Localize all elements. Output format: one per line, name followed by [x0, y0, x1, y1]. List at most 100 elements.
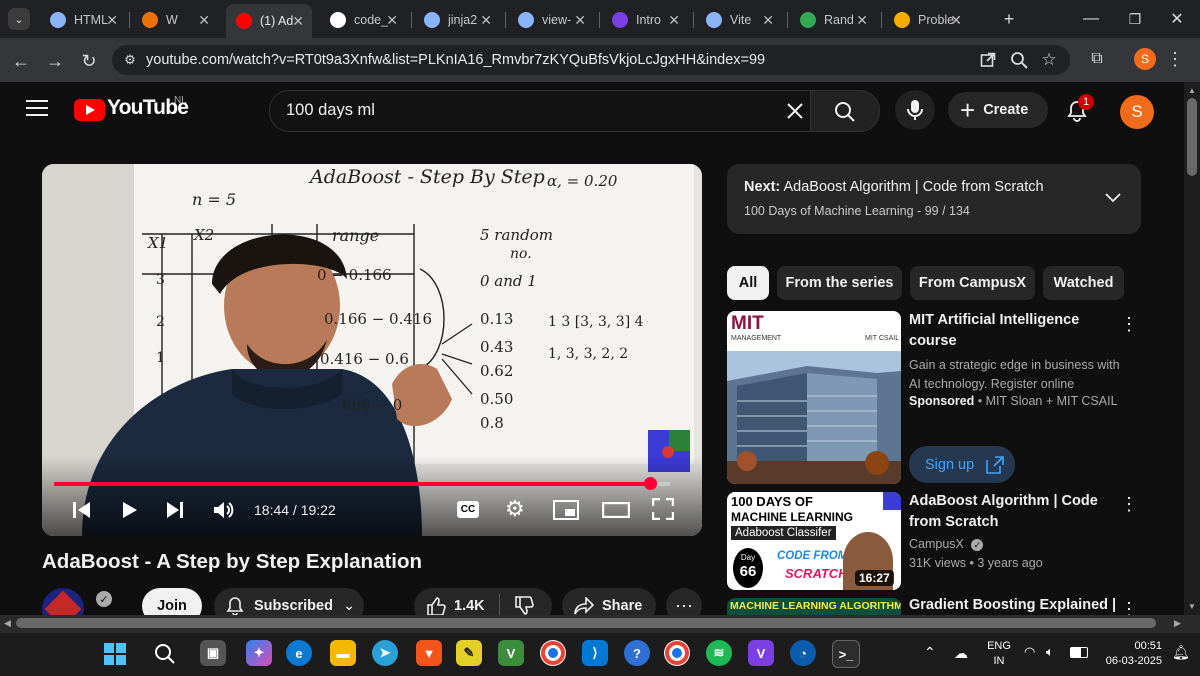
- rec-thumbnail-2[interactable]: MACHINE LEARNING ALGORITHMS: [727, 598, 901, 615]
- close-tab-icon[interactable]: ✕: [292, 13, 304, 30]
- rec2-title[interactable]: Gradient Boosting Explained |: [909, 597, 1119, 613]
- progress-scrubber[interactable]: [643, 477, 657, 490]
- browser-tab[interactable]: Rand ✕: [790, 6, 876, 34]
- progress-bar[interactable]: [54, 482, 670, 486]
- browser-tab[interactable]: Proble ✕: [884, 6, 970, 34]
- forward-icon[interactable]: →: [44, 50, 66, 72]
- site-info-icon[interactable]: ⚙: [120, 50, 140, 70]
- horizontal-scrollbar[interactable]: ◀ ▶: [0, 615, 1200, 632]
- tab-search-icon[interactable]: ⌄: [8, 8, 30, 30]
- reload-icon[interactable]: ↻: [78, 50, 100, 72]
- browser-tab[interactable]: W ✕: [132, 6, 218, 34]
- chrome-profile-icon[interactable]: [664, 640, 690, 666]
- battery-icon[interactable]: [1070, 647, 1088, 658]
- app-icon[interactable]: ◔: [790, 640, 816, 666]
- scroll-up-icon[interactable]: ▲: [1188, 86, 1196, 95]
- youtube-logo-icon[interactable]: [74, 99, 105, 121]
- rec1-more-icon[interactable]: ⋮: [1120, 494, 1138, 515]
- windows-start-icon[interactable]: [104, 643, 126, 665]
- brave-icon[interactable]: ▼: [416, 640, 442, 666]
- ad-title[interactable]: MIT Artificial Intelligence course: [909, 310, 1119, 352]
- rec1-title[interactable]: AdaBoost Algorithm | Code from Scratch: [909, 491, 1119, 533]
- hamburger-menu-icon[interactable]: [26, 100, 48, 116]
- account-avatar[interactable]: S: [1120, 95, 1154, 129]
- terminal-icon[interactable]: >_: [832, 640, 860, 668]
- vim-icon[interactable]: V: [498, 640, 524, 666]
- settings-gear-icon[interactable]: ⚙: [505, 498, 525, 520]
- close-tab-icon[interactable]: ✕: [950, 12, 962, 29]
- join-button[interactable]: Join: [142, 588, 202, 615]
- search-input-value[interactable]: 100 days ml: [286, 101, 375, 120]
- notification-center-icon[interactable]: 🔔︎: [1172, 644, 1190, 661]
- vscode-icon[interactable]: ⟩: [582, 640, 608, 666]
- browser-tab[interactable]: code_ ✕: [320, 6, 406, 34]
- clock[interactable]: 00:51 06-03-2025: [1102, 639, 1162, 669]
- browser-tab[interactable]: (1) Ad ✕: [226, 4, 312, 38]
- restore-icon[interactable]: ❐: [1124, 8, 1146, 30]
- scroll-right-icon[interactable]: ▶: [1174, 618, 1181, 629]
- taskbar-search-icon[interactable]: [154, 643, 176, 665]
- scrollbar-thumb[interactable]: [1187, 98, 1197, 176]
- fullscreen-icon[interactable]: [652, 498, 674, 520]
- address-bar[interactable]: ⚙ youtube.com/watch?v=RT0t9a3Xnfw&list=P…: [112, 45, 1070, 75]
- file-explorer-icon[interactable]: ▬: [330, 640, 356, 666]
- clear-search-icon[interactable]: [786, 102, 804, 120]
- cloud-icon[interactable]: ☁: [954, 645, 968, 662]
- ad-more-icon[interactable]: ⋮: [1120, 314, 1138, 335]
- bookmark-star-icon[interactable]: ☆: [1038, 49, 1060, 71]
- rec1-channel[interactable]: CampusX ✓: [909, 537, 984, 551]
- miniplayer-icon[interactable]: [553, 500, 579, 520]
- rec-thumbnail-1[interactable]: 100 DAYS OF MACHINE LEARNING Adaboost Cl…: [727, 492, 901, 590]
- task-view-icon[interactable]: ▣: [200, 640, 226, 666]
- create-button[interactable]: + Create: [948, 92, 1048, 128]
- video-player[interactable]: AdaBoost - Step By Step α, = 0.20 n = 5 …: [42, 164, 702, 536]
- close-tab-icon[interactable]: ✕: [574, 12, 586, 29]
- search-button[interactable]: [810, 90, 880, 132]
- share-button[interactable]: Share: [562, 588, 656, 615]
- close-tab-icon[interactable]: ✕: [386, 12, 398, 29]
- close-tab-icon[interactable]: ✕: [856, 12, 868, 29]
- play-icon[interactable]: [121, 501, 139, 519]
- up-next-panel[interactable]: Next: AdaBoost Algorithm | Code from Scr…: [727, 164, 1141, 234]
- browser-profile-avatar[interactable]: S: [1134, 48, 1156, 70]
- close-tab-icon[interactable]: ✕: [480, 12, 492, 29]
- search-input[interactable]: 100 days ml: [269, 90, 810, 132]
- close-tab-icon[interactable]: ✕: [762, 12, 774, 29]
- expand-chevron-icon[interactable]: [1105, 193, 1121, 203]
- copilot-icon[interactable]: ✦: [246, 640, 272, 666]
- theater-mode-icon[interactable]: [602, 502, 630, 518]
- notepad-icon[interactable]: ✎: [456, 640, 482, 666]
- language-indicator[interactable]: ENG IN: [986, 639, 1012, 669]
- channel-avatar[interactable]: [42, 588, 84, 615]
- notifications-bell-icon[interactable]: 1: [1066, 94, 1094, 124]
- scroll-left-icon[interactable]: ◀: [4, 618, 11, 629]
- chip-from-campusx[interactable]: From CampusX: [910, 266, 1035, 300]
- hscroll-thumb[interactable]: [16, 618, 1156, 628]
- more-actions-icon[interactable]: ⋯: [666, 588, 702, 615]
- browser-tab[interactable]: jinja2 ✕: [414, 6, 500, 34]
- close-tab-icon[interactable]: ✕: [668, 12, 680, 29]
- tray-chevron-icon[interactable]: ⌃: [924, 644, 936, 661]
- dislike-icon[interactable]: [514, 596, 534, 615]
- chip-watched[interactable]: Watched: [1043, 266, 1124, 300]
- open-in-app-icon[interactable]: [980, 52, 996, 68]
- previous-icon[interactable]: [72, 501, 92, 519]
- close-window-icon[interactable]: ✕: [1166, 8, 1188, 30]
- browser-tab[interactable]: HTML ✕: [40, 6, 126, 34]
- voice-search-button[interactable]: [895, 90, 935, 130]
- extensions-icon[interactable]: ⧉: [1086, 48, 1108, 70]
- chip-all[interactable]: All: [727, 266, 769, 300]
- subscribed-button[interactable]: Subscribed ⌄: [214, 588, 364, 615]
- browser-tab[interactable]: Intro ✕: [602, 6, 688, 34]
- browser-menu-icon[interactable]: ⋮: [1164, 48, 1186, 70]
- browser-tab[interactable]: view- ✕: [508, 6, 594, 34]
- close-tab-icon[interactable]: ✕: [198, 12, 210, 29]
- vertical-scrollbar[interactable]: ▲ ▼: [1184, 82, 1200, 615]
- new-tab-button[interactable]: +: [998, 8, 1020, 30]
- captions-icon[interactable]: CC: [457, 501, 479, 518]
- close-tab-icon[interactable]: ✕: [106, 12, 118, 29]
- vite-icon[interactable]: V: [748, 640, 774, 666]
- zoom-icon[interactable]: [1010, 51, 1028, 69]
- like-count[interactable]: 1.4K: [454, 598, 485, 614]
- rec2-more-icon[interactable]: ⋮: [1120, 599, 1138, 615]
